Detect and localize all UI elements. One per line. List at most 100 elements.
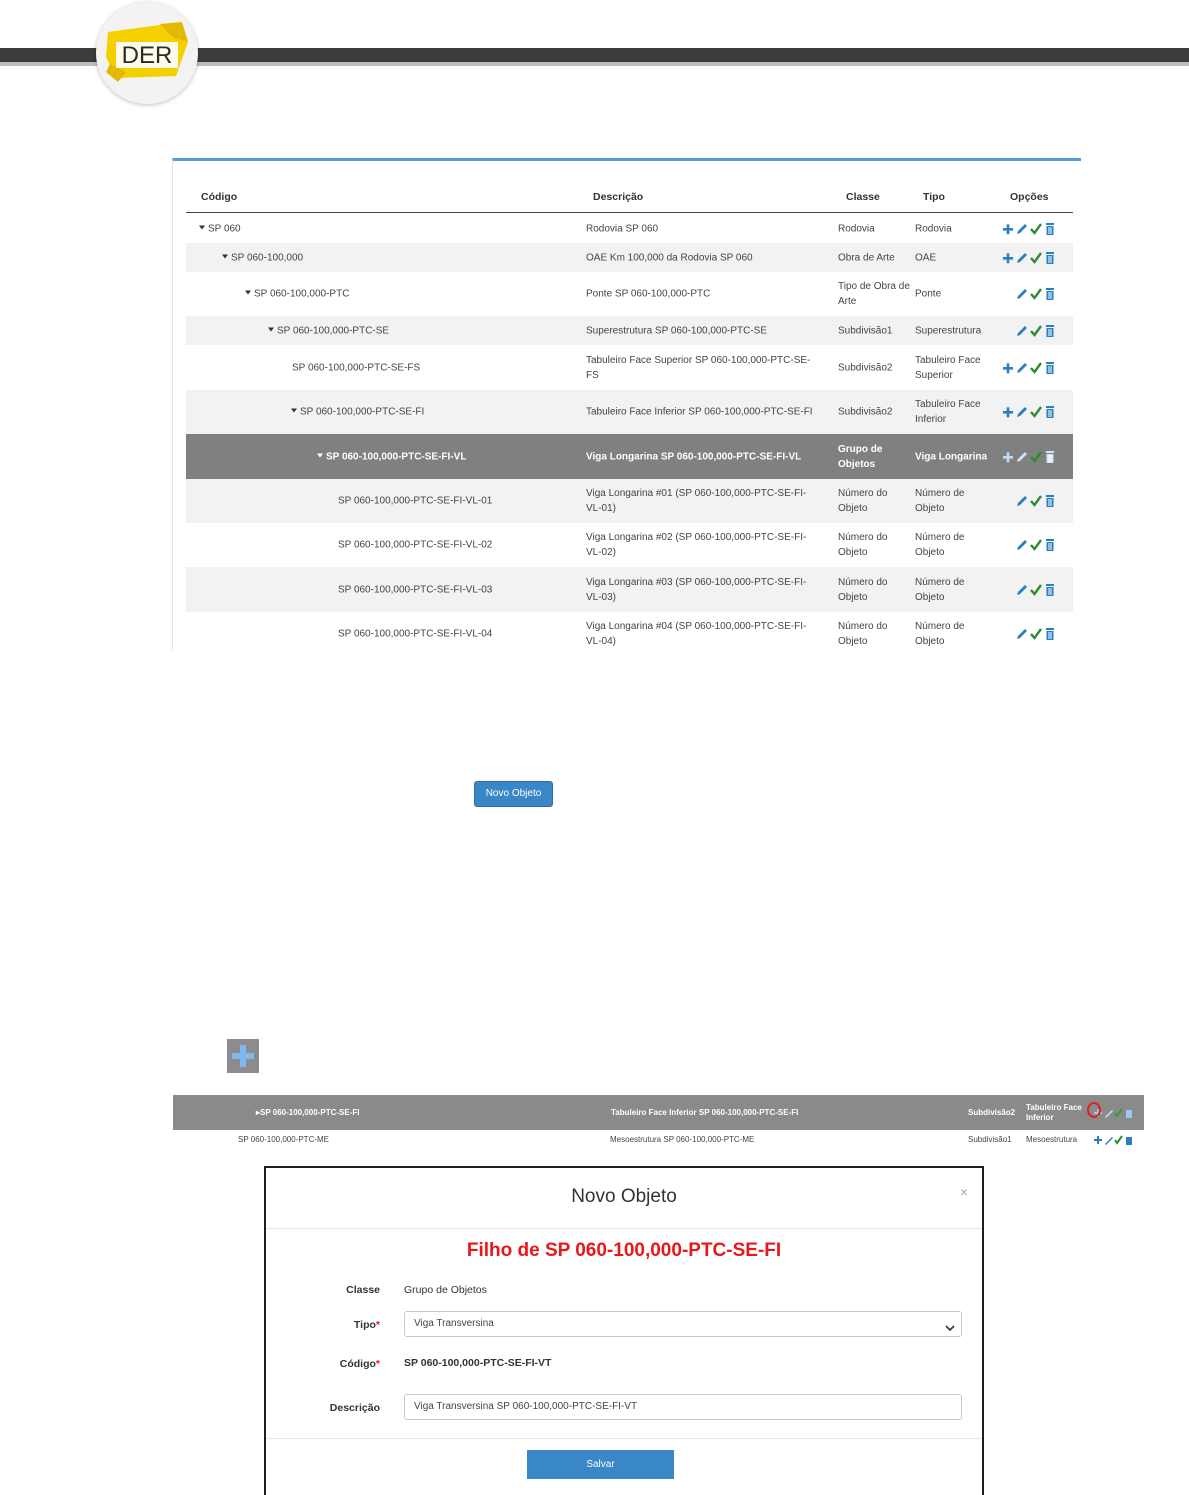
- trash-icon[interactable]: [1044, 324, 1056, 338]
- table-header: Código Descrição Classe Tipo Opções: [173, 161, 1081, 213]
- caret-down-icon[interactable]: [268, 327, 274, 332]
- table-row[interactable]: SP 060-100,000-PTC-SE-FI Tabuleiro Face I…: [186, 390, 1073, 434]
- trash-icon[interactable]: [1044, 251, 1056, 265]
- edit-icon[interactable]: [1016, 405, 1028, 419]
- plus-icon[interactable]: [1002, 222, 1014, 236]
- tree-row-preview[interactable]: SP 060-100,000-PTC-ME Mesoestrutura SP 0…: [173, 1130, 1144, 1150]
- table-row[interactable]: SP 060-100,000-PTC Ponte SP 060-100,000-P…: [186, 272, 1073, 316]
- row-code: SP 060-100,000-PTC-SE-FI-VL-04: [338, 627, 492, 642]
- check-icon[interactable]: [1030, 222, 1042, 236]
- edit-icon[interactable]: [1016, 251, 1028, 265]
- check-icon[interactable]: [1030, 287, 1042, 301]
- descricao-input[interactable]: Viga Transversina SP 060-100,000-PTC-SE-…: [404, 1394, 962, 1420]
- strip-desc: Tabuleiro Face Inferior SP 060-100,000-P…: [611, 1107, 799, 1117]
- trash-icon[interactable]: [1044, 627, 1056, 641]
- row-code-text: SP 060-100,000-PTC-SE-FI-VL-04: [338, 628, 493, 640]
- row-options: [1002, 450, 1062, 464]
- table-row[interactable]: SP 060-100,000-PTC-SE-FI-VL-03 Viga Longa…: [186, 567, 1073, 612]
- row-type: Ponte: [915, 288, 942, 300]
- codigo-label: Código*: [266, 1358, 380, 1370]
- check-icon[interactable]: [1030, 627, 1042, 641]
- tipo-select[interactable]: Viga Transversina: [404, 1311, 962, 1337]
- row-description: Viga Longarina #03 (SP 060-100,000-PTC-S…: [586, 576, 807, 603]
- plus-icon: [227, 1039, 259, 1073]
- edit-icon[interactable]: [1016, 450, 1028, 464]
- row-description: Rodovia SP 060: [586, 223, 659, 234]
- table-row[interactable]: SP 060-100,000-PTC-SE-FS Tabuleiro Face S…: [186, 345, 1073, 390]
- modal-title: Novo Objeto: [571, 1186, 677, 1207]
- row-code-text: SP 060-100,000: [231, 252, 304, 263]
- row-description: Tabuleiro Face Superior SP 060-100,000-P…: [586, 354, 811, 381]
- col-descricao: Descrição: [593, 191, 644, 203]
- trash-icon[interactable]: [1044, 583, 1056, 597]
- edit-icon[interactable]: [1016, 494, 1028, 508]
- col-tipo: Tipo: [923, 191, 945, 203]
- edit-icon[interactable]: [1016, 361, 1028, 375]
- check-icon[interactable]: [1030, 494, 1042, 508]
- row-type: Tabuleiro Face Superior: [915, 354, 981, 381]
- row-class: Subdivisão2: [838, 362, 893, 373]
- row-type: Rodovia: [915, 223, 952, 234]
- trash-icon[interactable]: [1044, 494, 1056, 508]
- table-row[interactable]: SP 060-100,000-PTC-SE-FI-VL-01 Viga Longa…: [186, 479, 1073, 523]
- salvar-button[interactable]: Salvar: [527, 1450, 674, 1479]
- check-icon[interactable]: [1030, 450, 1042, 464]
- plus-icon[interactable]: [1002, 450, 1014, 464]
- table-row[interactable]: SP 060 Rodovia SP 060 Rodovia Rodovia: [186, 214, 1073, 243]
- edit-icon[interactable]: [1016, 583, 1028, 597]
- plus-icon[interactable]: [1002, 405, 1014, 419]
- trash-icon[interactable]: [1044, 287, 1056, 301]
- row-code-text: SP 060-100,000-PTC-SE-FI-VL-02: [338, 539, 493, 551]
- col-opcoes: Opções: [1010, 191, 1049, 203]
- caret-down-icon[interactable]: [245, 290, 251, 295]
- row-code: SP 060: [199, 221, 241, 236]
- check-icon[interactable]: [1030, 361, 1042, 375]
- row-description: Viga Longarina #01 (SP 060-100,000-PTC-S…: [586, 488, 807, 514]
- caret-down-icon[interactable]: [222, 254, 228, 259]
- edit-icon[interactable]: [1016, 287, 1028, 301]
- plus-icon[interactable]: [1002, 251, 1014, 265]
- table-row[interactable]: SP 060-100,000-PTC-SE-FI-VL-04 Viga Longa…: [186, 612, 1073, 650]
- edit-icon[interactable]: [1016, 538, 1028, 552]
- check-icon[interactable]: [1030, 251, 1042, 265]
- row-code-text: SP 060-100,000-PTC-SE-FI-VL: [326, 451, 467, 462]
- row-code: SP 060-100,000-PTC-SE-FI-VL-01: [338, 494, 492, 509]
- row-description: Ponte SP 060-100,000-PTC: [586, 288, 711, 300]
- row-code: SP 060-100,000: [222, 250, 303, 265]
- row-class: Subdivisão2: [838, 406, 893, 418]
- row-code: SP 060-100,000-PTC-SE: [268, 323, 389, 338]
- codigo-value: SP 060-100,000-PTC-SE-FI-VT: [404, 1357, 552, 1369]
- table-row[interactable]: SP 060-100,000-PTC-SE-FI-VL-02 Viga Longa…: [186, 523, 1073, 567]
- descricao-label: Descrição: [329, 1402, 380, 1414]
- caret-down-icon[interactable]: [199, 225, 205, 230]
- caret-down-icon[interactable]: [317, 453, 323, 458]
- modal-footer-divider: [266, 1438, 982, 1439]
- trash-icon[interactable]: [1044, 538, 1056, 552]
- plus-icon[interactable]: [1002, 361, 1014, 375]
- edit-icon[interactable]: [1016, 324, 1028, 338]
- row-type: OAE: [915, 252, 937, 263]
- novo-objeto-button[interactable]: Novo Objeto: [474, 781, 553, 807]
- close-icon[interactable]: ×: [960, 1184, 968, 1200]
- check-icon[interactable]: [1030, 324, 1042, 338]
- check-icon[interactable]: [1030, 405, 1042, 419]
- caret-down-icon[interactable]: [291, 408, 297, 413]
- classe-label: Classe: [346, 1284, 380, 1296]
- table-row[interactable]: SP 060-100,000-PTC-SE-FI-VL Viga Longarin…: [186, 434, 1073, 479]
- check-icon[interactable]: [1030, 538, 1042, 552]
- row-options: [1002, 361, 1062, 375]
- row-description: Superestrutura SP 060-100,000-PTC-SE: [586, 325, 768, 336]
- table-row[interactable]: SP 060-100,000 OAE Km 100,000 da Rodovia …: [186, 243, 1073, 272]
- check-icon[interactable]: [1030, 583, 1042, 597]
- trash-icon[interactable]: [1044, 361, 1056, 375]
- row-code-text: SP 060-100,000-PTC-SE-FI: [300, 406, 425, 418]
- tree-row-selected-preview[interactable]: ▸SP 060-100,000-PTC-SE-FI Tabuleiro Face…: [173, 1095, 1144, 1130]
- row-code-text: SP 060-100,000-PTC-SE-FI-VL-01: [338, 495, 493, 507]
- table-row[interactable]: SP 060-100,000-PTC-SE Superestrutura SP 0…: [186, 316, 1073, 345]
- row-code: SP 060-100,000-PTC-SE-FI-VL-03: [338, 582, 492, 597]
- trash-icon[interactable]: [1044, 222, 1056, 236]
- trash-icon[interactable]: [1044, 405, 1056, 419]
- edit-icon[interactable]: [1016, 222, 1028, 236]
- edit-icon[interactable]: [1016, 627, 1028, 641]
- trash-icon[interactable]: [1044, 450, 1056, 464]
